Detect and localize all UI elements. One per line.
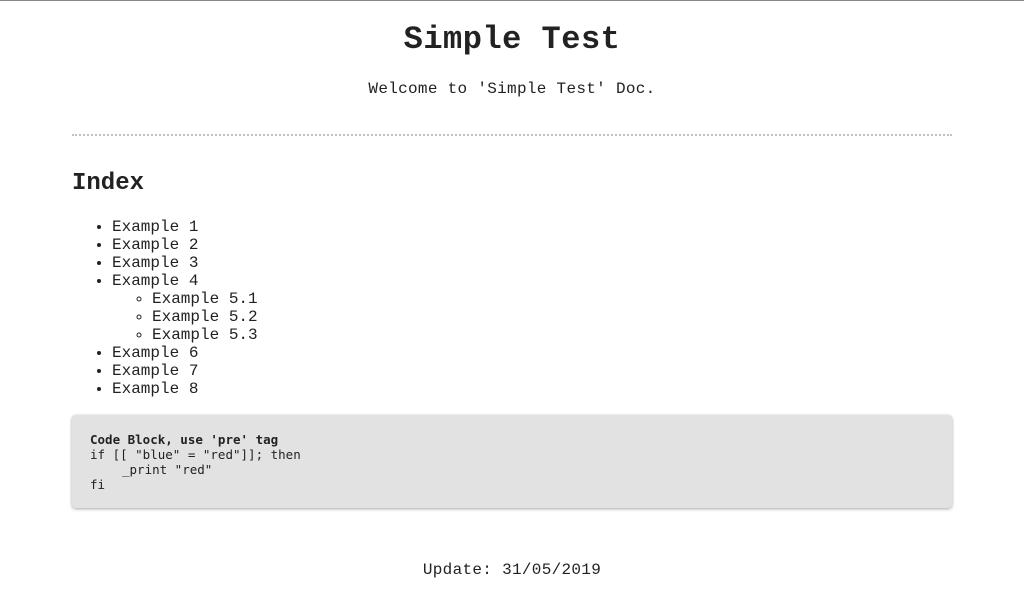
index-item-label: Example 6 <box>112 344 199 362</box>
index-item-example-8: Example 8 <box>112 380 952 398</box>
index-sublist: Example 5.1 Example 5.2 Example 5.3 <box>112 290 952 344</box>
index-item-example-6: Example 6 <box>112 344 952 362</box>
page-title: Simple Test <box>403 21 621 58</box>
index-subitem-label: Example 5.3 <box>152 326 258 344</box>
index-list: Example 1 Example 2 Example 3 Example 4 … <box>72 218 952 398</box>
index-item-example-4: Example 4 Example 5.1 Example 5.2 Exampl… <box>112 272 952 344</box>
code-line: _print "red" <box>122 462 213 477</box>
code-block-title: Code Block, use 'pre' tag <box>90 432 279 447</box>
index-subitem-example-5-2: Example 5.2 <box>152 308 952 326</box>
index-item-example-1: Example 1 <box>112 218 952 236</box>
index-subitem-example-5-1: Example 5.1 <box>152 290 952 308</box>
index-item-label: Example 8 <box>112 380 199 398</box>
page-subtitle: Welcome to 'Simple Test' Doc. <box>368 80 656 98</box>
index-heading: Index <box>72 170 145 197</box>
index-item-example-2: Example 2 <box>112 236 952 254</box>
index-item-example-7: Example 7 <box>112 362 952 380</box>
index-item-label: Example 1 <box>112 218 199 236</box>
index-subitem-example-5-3: Example 5.3 <box>152 326 952 344</box>
document-page: Simple Test Welcome to 'Simple Test' Doc… <box>72 1 952 580</box>
index-item-example-3: Example 3 <box>112 254 952 272</box>
update-date: Update: 31/05/2019 <box>422 561 602 579</box>
index-subitem-label: Example 5.2 <box>152 308 258 326</box>
index-item-label: Example 4 <box>112 272 199 290</box>
section-divider <box>72 134 952 136</box>
index-item-label: Example 2 <box>112 236 199 254</box>
code-block: Code Block, use 'pre' tag if [[ "blue" = … <box>72 415 952 508</box>
index-subitem-label: Example 5.1 <box>152 290 258 308</box>
code-line: if [[ "blue" = "red"]]; then <box>90 447 301 462</box>
code-line: fi <box>90 477 106 492</box>
index-item-label: Example 7 <box>112 362 199 380</box>
index-item-label: Example 3 <box>112 254 199 272</box>
